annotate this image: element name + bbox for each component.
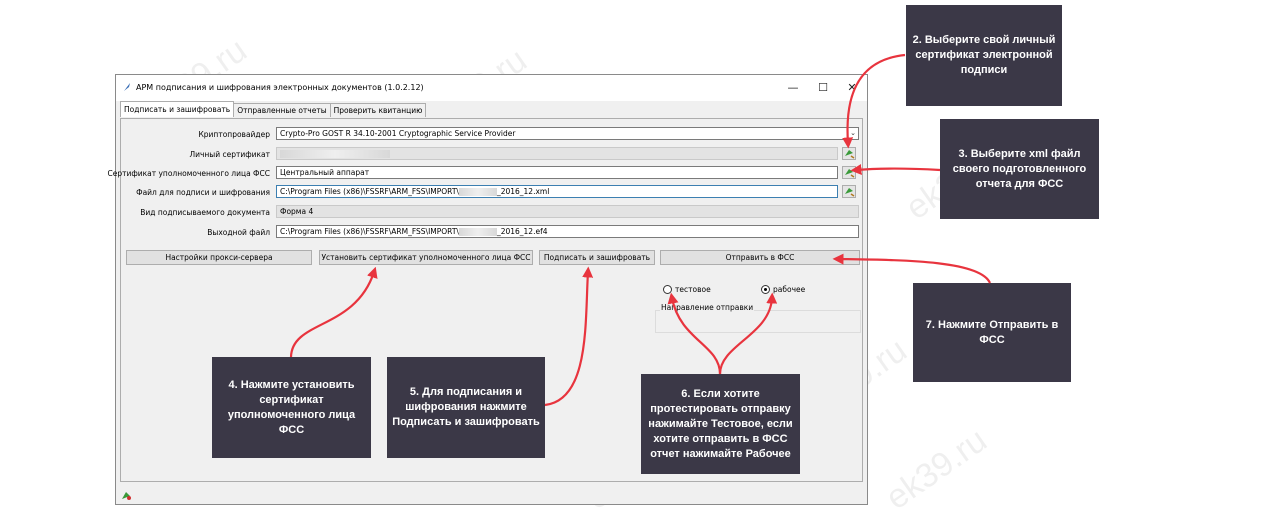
arrow-to-work-radio	[718, 292, 778, 375]
arrow-to-install-cert	[289, 266, 378, 358]
arrow-to-sign-encrypt	[544, 266, 594, 407]
arrow-to-send-button	[832, 253, 992, 284]
arrow-to-personal-cert	[842, 53, 906, 149]
annotation-arrows	[289, 53, 992, 407]
arrow-to-test-radio	[667, 292, 722, 375]
arrow-to-xml-file	[850, 164, 941, 176]
